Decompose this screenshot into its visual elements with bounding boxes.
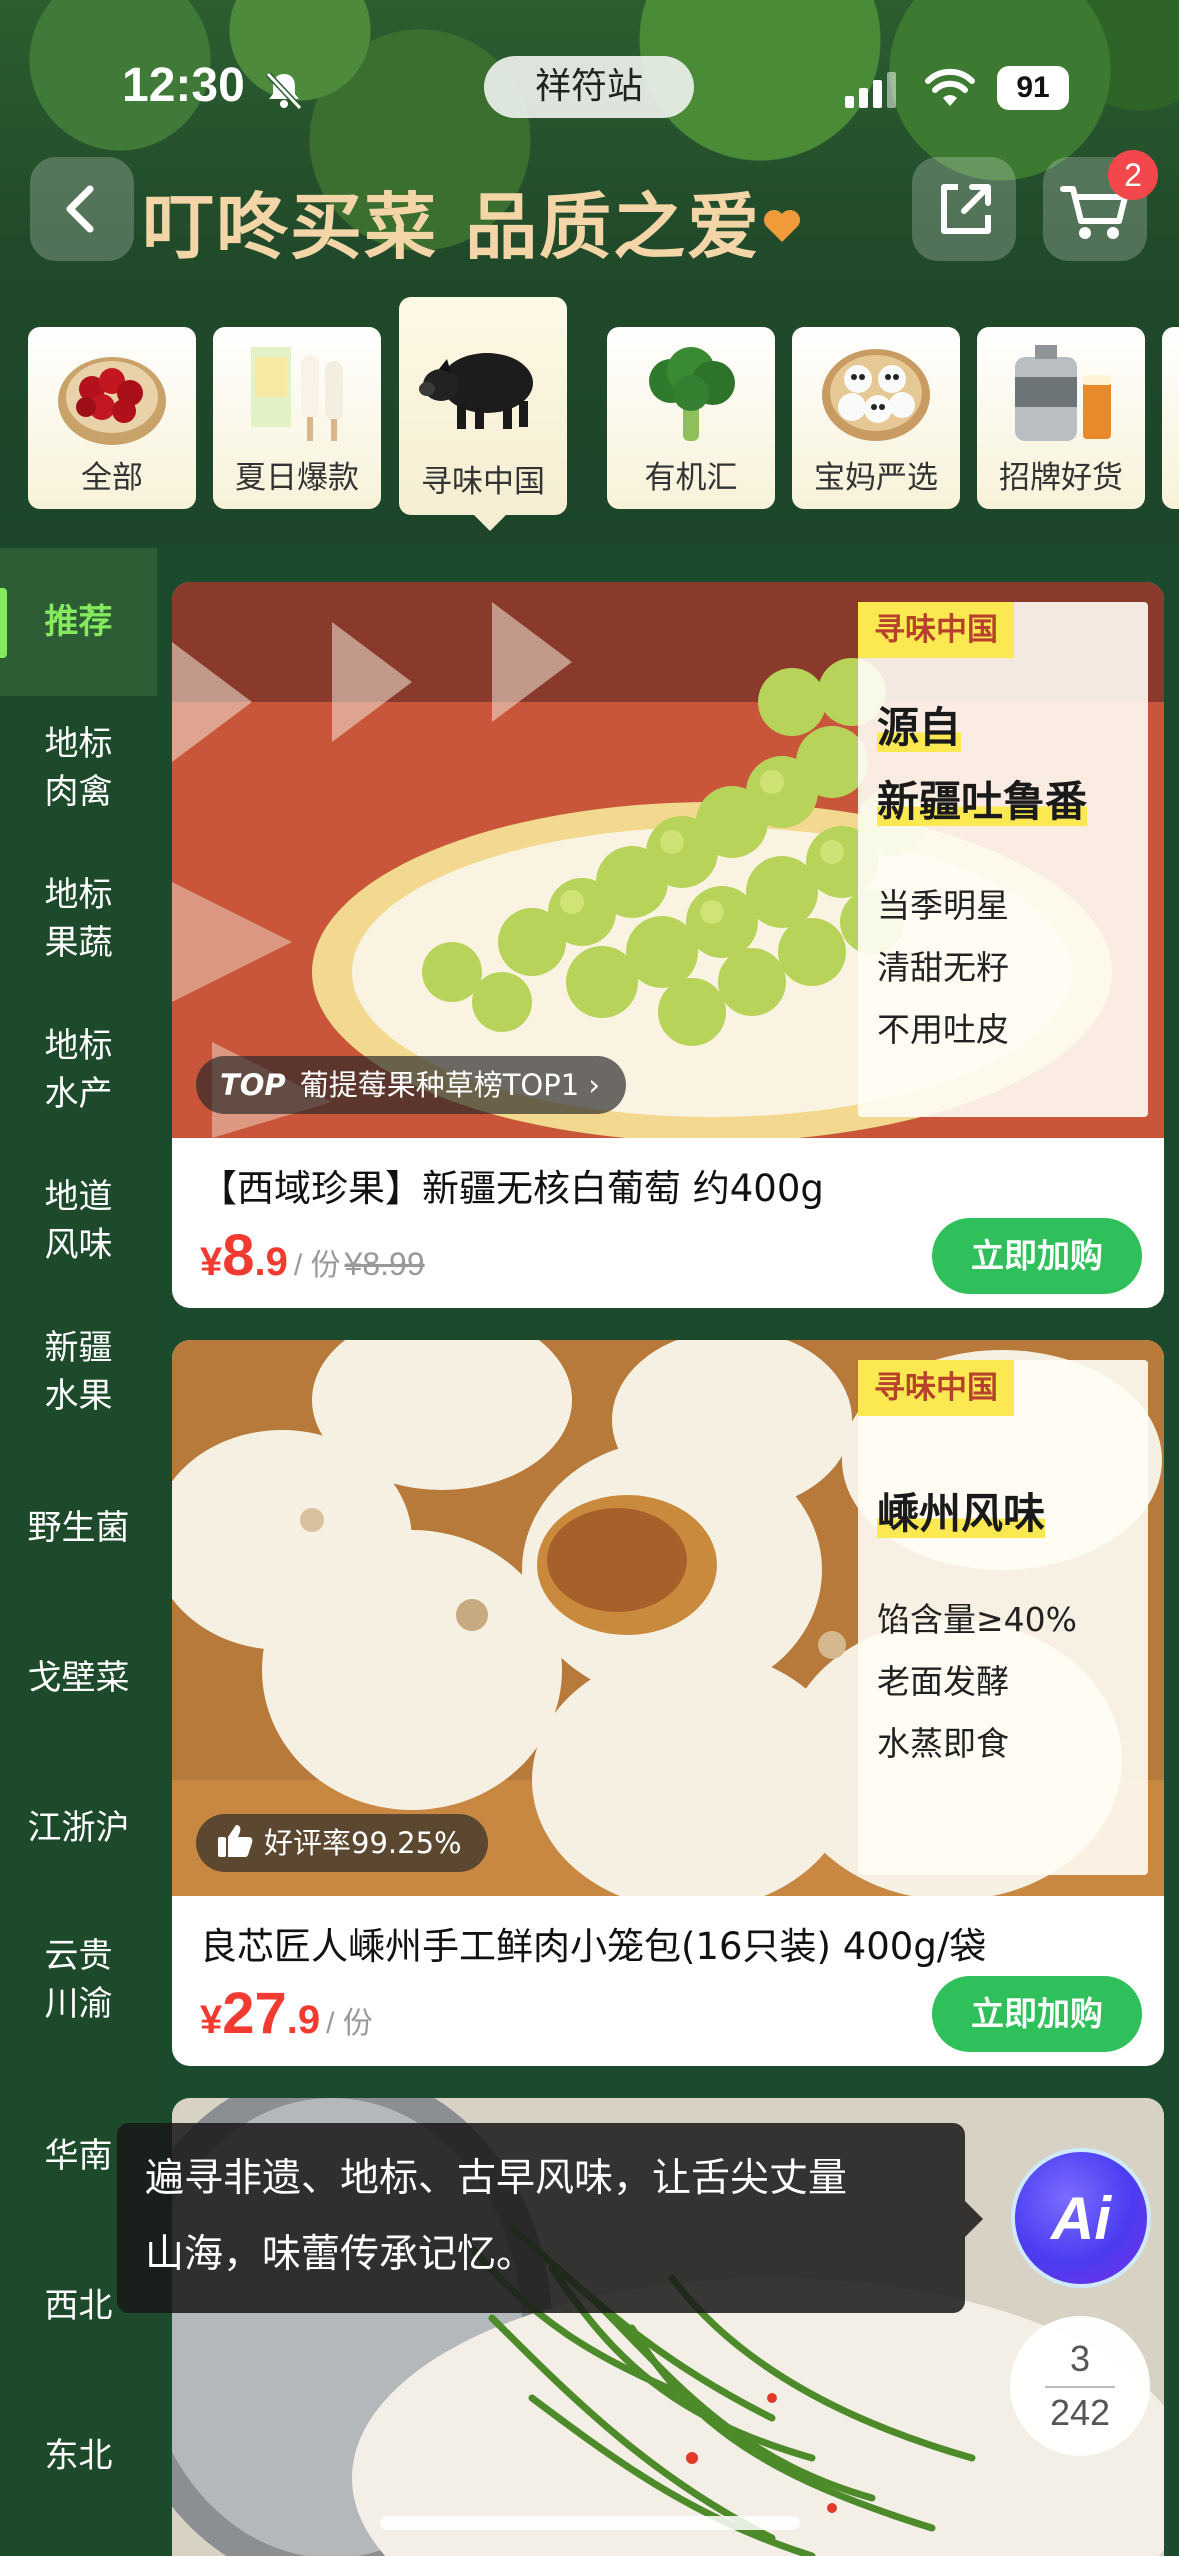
category-organic[interactable]: 有机汇	[607, 327, 775, 509]
category-mom-picks[interactable]: 宝妈严选	[792, 327, 960, 509]
page-title: 叮咚买菜 品质之爱	[142, 185, 762, 269]
category-label: 有机汇	[644, 460, 738, 496]
category-label: 全部	[81, 460, 143, 496]
sidebar-item-wild-mushroom[interactable]: 野生菌	[0, 1504, 157, 1552]
panel-feature: 馅含量≥40%	[877, 1600, 1077, 1639]
category-label: 夏日爆款	[235, 460, 359, 496]
sidebar-item-northeast[interactable]: 东北	[0, 2432, 157, 2480]
share-icon	[941, 184, 991, 234]
category-label: 宝妈严选	[814, 460, 938, 496]
panel-feature: 水蒸即食	[877, 1724, 1009, 1763]
category-more[interactable]	[1162, 327, 1179, 509]
panel-title: 新疆吐鲁番	[877, 777, 1088, 826]
category-summer-hits[interactable]: 夏日爆款	[213, 327, 381, 509]
thumbs-up-icon	[218, 1825, 253, 1857]
sidebar-item-gobi-vegetable[interactable]: 戈壁菜	[0, 1654, 157, 1702]
location-pill[interactable]: 祥符站	[484, 56, 694, 118]
signal-icon	[845, 72, 896, 108]
category-strip[interactable]: 全部 夏日爆款 寻味中国 有机汇 宝妈严选 招牌好货	[0, 295, 1179, 545]
active-category-pointer	[472, 513, 508, 531]
product-price: ¥8.9/ 份 ¥8.99	[200, 1223, 425, 1288]
heart-icon	[764, 210, 800, 242]
sidebar-item-xinjiang-fruit[interactable]: 新疆 水果	[0, 1324, 157, 1420]
product-title: 【西域珍果】新疆无核白葡萄 约400g	[200, 1167, 824, 1210]
category-taste-of-china[interactable]: 寻味中国	[399, 297, 567, 515]
panel-feature: 清甜无籽	[877, 948, 1009, 987]
panda-buns-icon	[822, 349, 930, 441]
product-title: 良芯匠人嵊州手工鲜肉小笼包(16只装) 400g/袋	[200, 1925, 987, 1968]
back-button[interactable]	[30, 157, 134, 261]
ai-assistant-button[interactable]: Ai	[1011, 2148, 1151, 2288]
ranking-text: 葡提莓果种草榜TOP1 ›	[299, 1068, 600, 1102]
product-card[interactable]: 寻味中国 源自 新疆吐鲁番 当季明星 清甜无籽 不用吐皮 TOP 葡提莓果种草榜T…	[172, 582, 1164, 1308]
current-item: 3	[1069, 2338, 1091, 2379]
black-pig-icon	[419, 353, 533, 429]
tooltip-line: 遍寻非遗、地标、古早风味，让舌尖丈量	[145, 2156, 848, 2201]
sidebar-item-label: 推荐	[44, 602, 113, 642]
brand-tag: 寻味中国	[858, 602, 1014, 658]
rating-text: 好评率99.25%	[264, 1826, 462, 1860]
product-price: ¥27.9/ 份	[200, 1981, 373, 2046]
wifi-icon	[925, 68, 975, 106]
panel-title: 源自	[877, 703, 962, 752]
cart-count-badge: 2	[1108, 150, 1158, 200]
beer-keg-icon	[1015, 345, 1111, 441]
panel-title: 嵊州风味	[877, 1489, 1046, 1538]
panel-feature: 不用吐皮	[877, 1010, 1009, 1049]
status-time: 12:30	[122, 59, 245, 112]
ranking-badge[interactable]: TOP 葡提莓果种草榜TOP1 ›	[196, 1056, 626, 1114]
panel-feature: 老面发酵	[877, 1662, 1009, 1701]
bell-muted-icon	[265, 71, 303, 111]
total-items: 242	[1049, 2392, 1111, 2433]
page-counter[interactable]: 3 242	[1010, 2316, 1150, 2456]
category-signature[interactable]: 招牌好货	[977, 327, 1145, 509]
divider	[1045, 2386, 1115, 2388]
cherries-icon	[58, 357, 166, 445]
sidebar-item-yungui-chuanyu[interactable]: 云贵 川渝	[0, 1932, 157, 2028]
product-card[interactable]: 寻味中国 嵊州风味 馅含量≥40% 老面发酵 水蒸即食 好评率99.25% 良芯…	[172, 1340, 1164, 2066]
tooltip-line: 山海，味蕾传承记忆。	[145, 2232, 536, 2277]
sidebar-item-landmark-meat[interactable]: 地标 肉禽	[0, 720, 157, 816]
category-all[interactable]: 全部	[28, 327, 196, 509]
sidebar-item-landmark-seafood[interactable]: 地标 水产	[0, 1022, 157, 1118]
popsicle-icon	[251, 347, 343, 441]
sidebar-item-landmark-produce[interactable]: 地标 果蔬	[0, 871, 157, 967]
share-button[interactable]	[912, 157, 1016, 261]
battery-indicator: 91	[997, 66, 1069, 110]
sidebar-item-recommend[interactable]: 推荐	[0, 548, 157, 696]
category-label: 招牌好货	[999, 460, 1123, 496]
broccoli-icon	[649, 347, 735, 441]
add-to-cart-button[interactable]: 立即加购	[932, 1218, 1142, 1294]
category-label: 寻味中国	[421, 464, 545, 500]
chevron-left-icon	[66, 185, 94, 233]
sidebar-item-local-flavor[interactable]: 地道 风味	[0, 1173, 157, 1269]
rating-badge: 好评率99.25%	[196, 1814, 488, 1872]
top-badge: TOP	[220, 1068, 286, 1102]
home-indicator[interactable]	[380, 2516, 800, 2530]
original-price: ¥8.99	[344, 1246, 425, 1282]
status-bar: 12:30 祥符站 91	[0, 50, 1179, 130]
add-to-cart-button[interactable]: 立即加购	[932, 1976, 1142, 2052]
sidebar-item-jiangzhehu[interactable]: 江浙沪	[0, 1804, 157, 1852]
brand-tag: 寻味中国	[858, 1360, 1014, 1416]
intro-tooltip: 遍寻非遗、地标、古早风味，让舌尖丈量 山海，味蕾传承记忆。	[117, 2123, 983, 2313]
ai-icon: Ai	[1051, 2185, 1111, 2252]
panel-feature: 当季明星	[877, 886, 1009, 925]
